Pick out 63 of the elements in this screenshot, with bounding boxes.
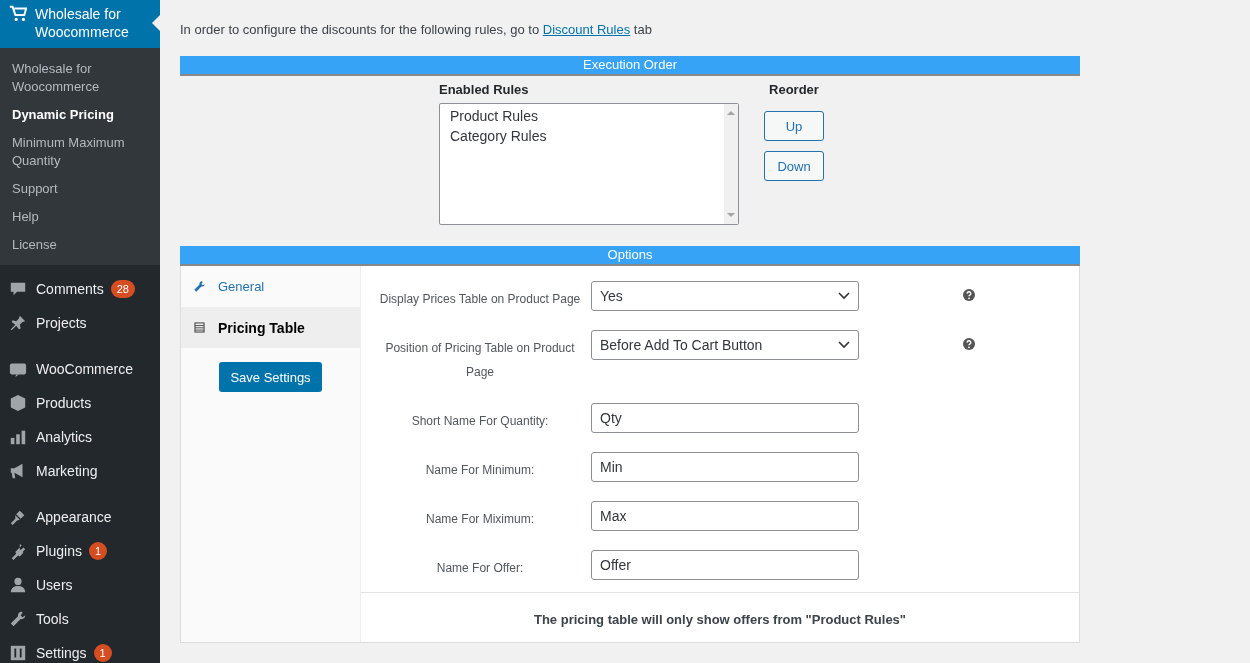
table-icon [193, 321, 206, 334]
menu-item[interactable]: Comments 28 [0, 272, 160, 306]
brush-icon [9, 508, 27, 526]
field-label: Name For Offer: [435, 560, 525, 577]
section-header: Execution Order [180, 56, 1080, 76]
menu-item[interactable]: Tools [0, 602, 160, 636]
select-field[interactable]: Yes [591, 281, 859, 311]
list-option[interactable]: Product Rules [450, 106, 714, 126]
discount-rules-link[interactable]: Discount Rules [542, 22, 631, 37]
submenu-item[interactable]: Help [0, 203, 160, 231]
menu-item[interactable]: WooCommerce [0, 352, 160, 386]
submenu-item[interactable]: Support [0, 175, 160, 203]
select-field[interactable]: Before Add To Cart Button [591, 330, 859, 360]
chevron-down-icon [838, 292, 850, 300]
menu-item[interactable]: Products [0, 386, 160, 420]
submenu-item[interactable]: Minimum Maximum Quantity [0, 129, 160, 175]
input-field[interactable]: Offer [591, 550, 859, 580]
count-badge: 1 [88, 542, 108, 560]
input-field[interactable]: Max [591, 501, 859, 531]
chevron-down-icon [838, 341, 850, 349]
field-label: Short Name For Quantity: [410, 413, 550, 430]
menu-item[interactable]: Wholesale for Woocommerce [0, 0, 160, 48]
field-label: Position of Pricing Table on Product Page [384, 340, 576, 381]
cart-icon [9, 5, 27, 23]
field-label: Display Prices Table on Product Page [378, 291, 582, 308]
help-icon[interactable] [963, 289, 975, 301]
submenu-item[interactable]: Wholesale for Woocommerce [0, 55, 160, 101]
menu-item[interactable]: Analytics [0, 420, 160, 454]
reorder-button[interactable]: Down [764, 151, 824, 181]
menu-item[interactable]: Projects [0, 306, 160, 340]
plug-icon [9, 542, 27, 560]
settings-tab[interactable]: General [181, 266, 360, 307]
settings-tab[interactable]: Pricing Table [181, 307, 360, 348]
column-heading: Reorder [769, 82, 819, 98]
save-settings-button[interactable]: Save Settings [219, 362, 322, 392]
help-icon[interactable] [963, 338, 975, 350]
bars-icon [9, 428, 27, 446]
menu-item[interactable]: Marketing [0, 454, 160, 488]
user-icon [9, 576, 27, 594]
input-field[interactable]: Min [591, 452, 859, 482]
wrench-icon [193, 280, 206, 293]
menu-item[interactable]: Plugins 1 [0, 534, 160, 568]
pin-icon [9, 314, 27, 332]
column-heading: Enabled Rules [439, 82, 530, 98]
scrollbar[interactable] [724, 104, 738, 224]
menu-item[interactable]: Appearance [0, 500, 160, 534]
section-header: Options [180, 246, 1080, 266]
field-label: Name For Minimum: [424, 462, 536, 479]
list-option[interactable]: Category Rules [450, 126, 714, 146]
info-note: The pricing table will only show offers from "Product Rules" [532, 611, 907, 627]
cube-icon [9, 394, 27, 412]
reorder-button[interactable]: Up [764, 111, 824, 141]
submenu-item[interactable]: Dynamic Pricing [0, 101, 160, 129]
count-badge: 28 [110, 280, 135, 298]
submenu-item[interactable]: License [0, 231, 160, 259]
wrench-icon [9, 610, 27, 628]
menu-item[interactable]: Settings 1 [0, 636, 160, 663]
rules-listbox[interactable]: Product Rules Category Rules [439, 103, 739, 225]
menu-item[interactable]: Users [0, 568, 160, 602]
input-field[interactable]: Qty [591, 403, 859, 433]
intro-text: In order to configure the discounts for the following rules, go to Discount Rules tab [180, 21, 653, 39]
field-label: Name For Miximum: [425, 511, 535, 528]
count-badge: 1 [93, 644, 112, 662]
